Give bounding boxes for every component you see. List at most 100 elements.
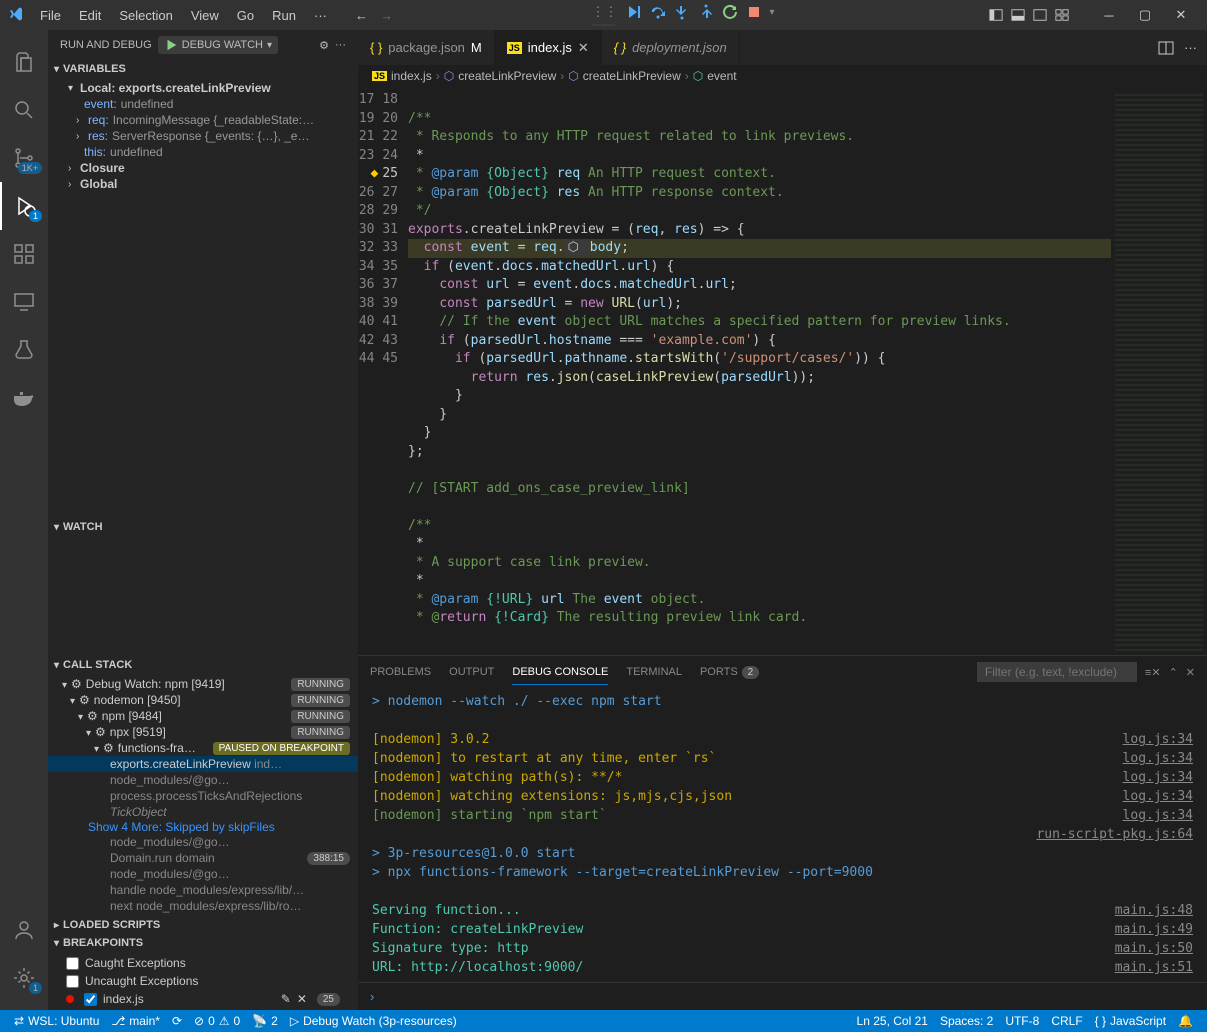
git-branch[interactable]: ⎇main* [105, 1014, 166, 1028]
debug-config-chevron[interactable]: ▾ [770, 7, 775, 18]
debug-sidebar: RUN AND DEBUG Debug Watch ▾ ⚙ ··· VARIAB… [48, 30, 358, 1010]
tab-index.js[interactable]: JSindex.js✕ [495, 30, 602, 65]
variables-header[interactable]: VARIABLES [48, 60, 358, 78]
tab-deployment.json[interactable]: { }deployment.json [602, 30, 740, 65]
cursor-position[interactable]: Ln 25, Col 21 [851, 1014, 934, 1028]
vscode-logo-icon [8, 6, 24, 25]
nav-arrows: ← → [355, 8, 393, 23]
bottom-panel: PROBLEMS OUTPUT DEBUG CONSOLE TERMINAL PORTS… [358, 655, 1207, 1010]
loaded-scripts-header[interactable]: LOADED SCRIPTS [48, 916, 358, 934]
debug-status[interactable]: ▷ Debug Watch (3p-resources) [284, 1014, 463, 1028]
menu-run[interactable]: Run [264, 4, 304, 27]
drag-handle-icon[interactable]: ⋮⋮ [592, 4, 618, 20]
uncaught-exceptions-label: Uncaught Exceptions [85, 974, 198, 988]
gear-icon[interactable]: ⚙ [319, 39, 329, 52]
source-control-icon[interactable]: 1K+ [0, 134, 48, 182]
run-debug-icon[interactable]: 1 [0, 182, 48, 230]
launch-config-label: Debug Watch [182, 39, 263, 51]
launch-config-selector[interactable]: Debug Watch ▾ [158, 36, 278, 54]
extensions-icon[interactable] [0, 230, 48, 278]
minimize-button[interactable]: ─ [1091, 0, 1127, 30]
breakpoint-line-badge: 25 [317, 993, 340, 1006]
watch-header[interactable]: WATCH [48, 518, 358, 536]
stop-icon[interactable] [746, 4, 762, 20]
docker-icon[interactable] [0, 374, 48, 422]
panel-tab-terminal[interactable]: TERMINAL [626, 660, 682, 684]
caught-exceptions-checkbox[interactable] [66, 957, 79, 970]
layout-sidebar-right-icon[interactable] [1033, 8, 1047, 22]
more-actions-icon[interactable]: ··· [1184, 40, 1197, 55]
debug-console[interactable]: > nodemon --watch ./ --exec npm start [n… [358, 688, 1207, 982]
menu-selection[interactable]: Selection [111, 4, 180, 27]
layout-sidebar-left-icon[interactable] [989, 8, 1003, 22]
close-panel-icon[interactable]: ✕ [1186, 666, 1195, 679]
encoding[interactable]: UTF-8 [999, 1014, 1045, 1028]
language-mode[interactable]: { } JavaScript [1089, 1014, 1172, 1028]
step-into-icon[interactable] [674, 4, 690, 20]
caught-exceptions-label: Caught Exceptions [85, 956, 186, 970]
tab-bar: { }package.jsonMJSindex.js✕{ }deployment… [358, 30, 1207, 65]
nav-forward-icon[interactable]: → [380, 8, 393, 23]
panel-tab-debug-console[interactable]: DEBUG CONSOLE [512, 660, 608, 685]
console-input-row[interactable]: › [358, 982, 1207, 1010]
callstack-header[interactable]: CALL STACK [48, 656, 358, 674]
remote-indicator[interactable]: ⇄WSL: Ubuntu [8, 1014, 105, 1028]
main-menu: FileEditSelectionViewGoRun··· [32, 4, 335, 27]
menu-view[interactable]: View [183, 4, 227, 27]
tab-package.json[interactable]: { }package.jsonM [358, 30, 495, 65]
sidebar-title-row: RUN AND DEBUG Debug Watch ▾ ⚙ ··· [48, 30, 358, 60]
ports-status[interactable]: 📡 2 [246, 1014, 284, 1028]
search-icon[interactable] [0, 86, 48, 134]
sync-status[interactable]: ⟳ [166, 1014, 188, 1028]
split-editor-icon[interactable] [1158, 40, 1174, 56]
breakpoint-row[interactable]: index.js ✎✕25 [48, 990, 358, 1008]
explorer-icon[interactable] [0, 38, 48, 86]
remote-explorer-icon[interactable] [0, 278, 48, 326]
testing-icon[interactable] [0, 326, 48, 374]
notifications-icon[interactable]: 🔔 [1172, 1014, 1199, 1028]
layout-panel-icon[interactable] [1011, 8, 1025, 22]
editor-area: { }package.jsonMJSindex.js✕{ }deployment… [358, 30, 1207, 1010]
settings-gear-icon[interactable]: 1 [0, 954, 48, 1002]
code-editor[interactable]: /** * Responds to any HTTP request relat… [408, 87, 1111, 655]
edit-icon[interactable]: ✎ [281, 992, 291, 1006]
panel-tab-output[interactable]: OUTPUT [449, 660, 494, 684]
console-filter-input[interactable] [977, 662, 1137, 682]
minimap[interactable] [1111, 87, 1207, 655]
remove-icon[interactable]: ✕ [297, 992, 307, 1006]
variables-body: Local: exports.createLinkPreviewevent:un… [48, 78, 358, 194]
menu-edit[interactable]: Edit [71, 4, 109, 27]
continue-icon[interactable] [626, 4, 642, 20]
activity-bar: 1K+ 1 1 [0, 30, 48, 1010]
breakpoint-checkbox[interactable] [84, 993, 97, 1006]
breadcrumb[interactable]: JS index.js›⬡ createLinkPreview›⬡ create… [358, 65, 1207, 87]
breakpoints-header[interactable]: BREAKPOINTS [48, 934, 358, 952]
menu-go[interactable]: Go [229, 4, 262, 27]
layout-customize-icon[interactable] [1055, 8, 1069, 22]
status-bar: ⇄WSL: Ubuntu ⎇main* ⟳ ⊘ 0 ⚠ 0 📡 2 ▷ Debu… [0, 1010, 1207, 1032]
more-icon[interactable]: ··· [335, 39, 346, 51]
debug-badge: 1 [29, 210, 42, 222]
accounts-icon[interactable] [0, 906, 48, 954]
problems-status[interactable]: ⊘ 0 ⚠ 0 [188, 1014, 246, 1028]
restart-icon[interactable] [722, 4, 738, 20]
step-over-icon[interactable] [650, 4, 666, 20]
menu-file[interactable]: File [32, 4, 69, 27]
maximize-button[interactable]: ▢ [1127, 0, 1163, 30]
nav-back-icon[interactable]: ← [355, 8, 368, 23]
uncaught-exceptions-checkbox[interactable] [66, 975, 79, 988]
panel-tab-ports[interactable]: PORTS2 [700, 660, 759, 684]
menu-···[interactable]: ··· [306, 4, 335, 27]
breakpoint-dot-icon [66, 995, 74, 1003]
eol[interactable]: CRLF [1045, 1014, 1088, 1028]
clear-console-icon[interactable]: ≡✕ [1145, 666, 1161, 679]
step-out-icon[interactable] [698, 4, 714, 20]
collapse-panel-icon[interactable]: ⌃ [1169, 666, 1178, 679]
chevron-down-icon: ▾ [267, 40, 272, 51]
sidebar-title: RUN AND DEBUG [60, 39, 152, 51]
callstack-body: ⚙Debug Watch: npm [9419]RUNNING⚙nodemon … [48, 674, 358, 916]
title-bar: FileEditSelectionViewGoRun··· ← → ⋮⋮ ▾ t… [0, 0, 1207, 30]
indentation[interactable]: Spaces: 2 [934, 1014, 999, 1028]
panel-tab-problems[interactable]: PROBLEMS [370, 660, 431, 684]
close-button[interactable]: ✕ [1163, 0, 1199, 30]
